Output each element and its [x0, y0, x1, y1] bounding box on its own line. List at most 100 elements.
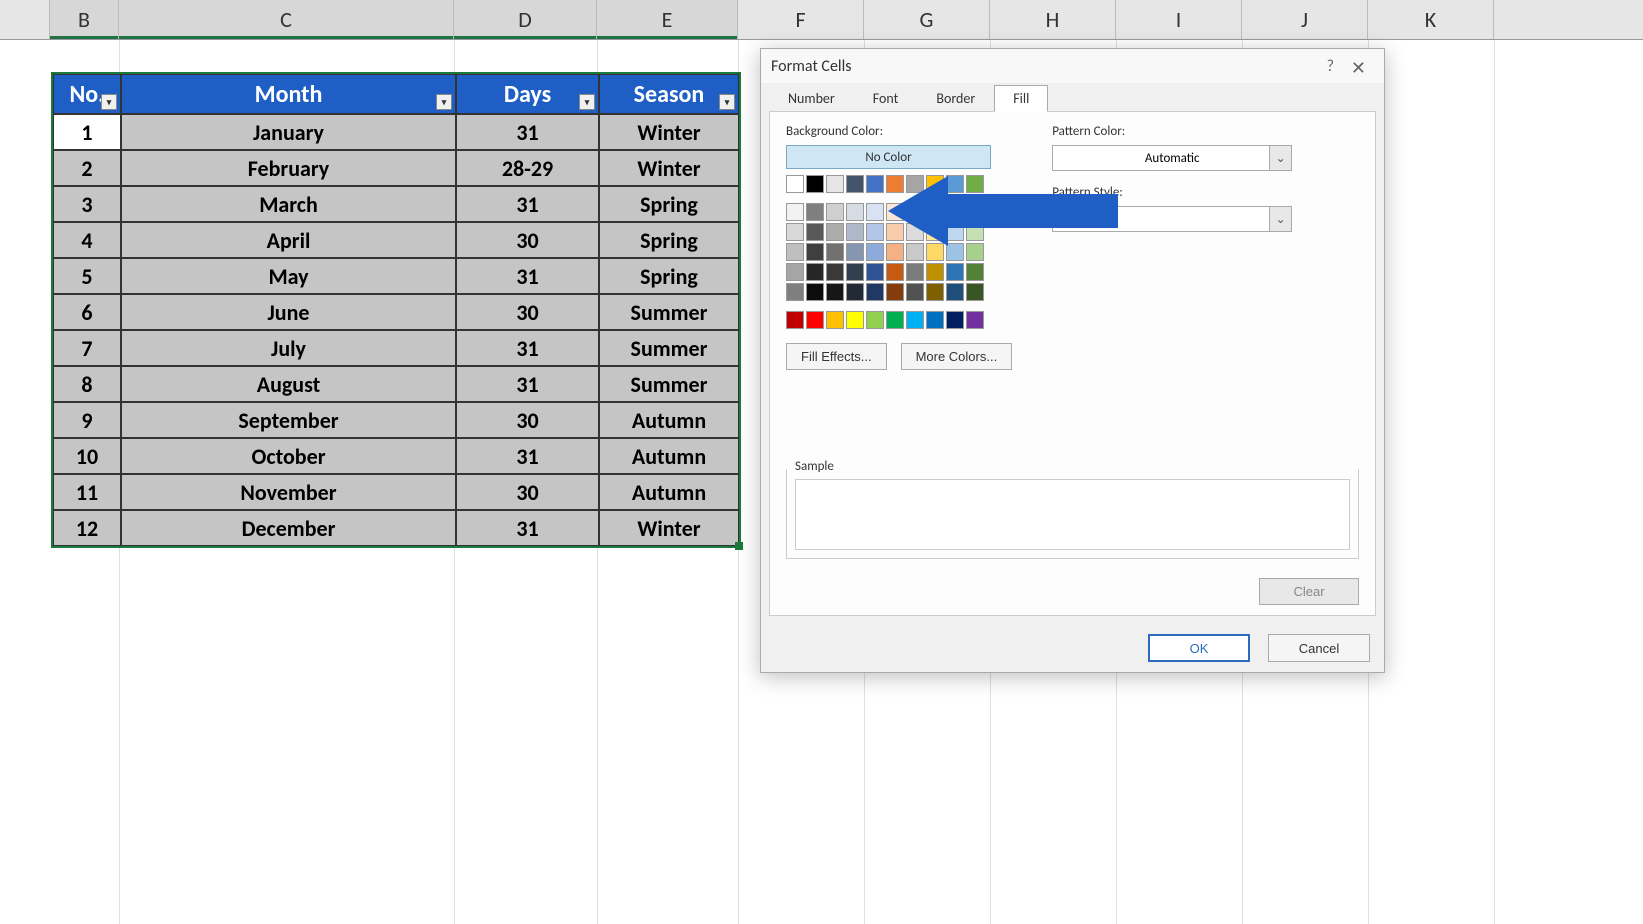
color-swatch[interactable]: [786, 203, 804, 221]
color-swatch[interactable]: [946, 203, 964, 221]
color-swatch[interactable]: [786, 175, 804, 193]
cell-month[interactable]: July: [121, 330, 456, 366]
ok-button[interactable]: OK: [1148, 634, 1250, 662]
select-all-corner[interactable]: [0, 0, 50, 39]
color-swatch[interactable]: [806, 311, 824, 329]
color-swatch[interactable]: [946, 283, 964, 301]
cell-days[interactable]: 31: [456, 366, 599, 402]
table-row[interactable]: 9September30Autumn: [53, 402, 739, 438]
cell-days[interactable]: 31: [456, 114, 599, 150]
column-header-B[interactable]: B: [50, 0, 119, 39]
color-swatch[interactable]: [966, 223, 984, 241]
cell-days[interactable]: 31: [456, 510, 599, 546]
cell-no[interactable]: 4: [53, 222, 121, 258]
chevron-down-icon[interactable]: [1269, 207, 1291, 231]
color-swatch[interactable]: [946, 175, 964, 193]
color-swatch[interactable]: [786, 311, 804, 329]
color-swatch[interactable]: [786, 283, 804, 301]
column-header-D[interactable]: D: [454, 0, 597, 39]
color-swatch[interactable]: [926, 175, 944, 193]
filter-button-season[interactable]: [719, 94, 735, 110]
color-swatch[interactable]: [886, 283, 904, 301]
color-swatch[interactable]: [966, 283, 984, 301]
color-swatch[interactable]: [866, 283, 884, 301]
color-swatch[interactable]: [826, 311, 844, 329]
chevron-down-icon[interactable]: [1269, 146, 1291, 170]
cell-days[interactable]: 30: [456, 474, 599, 510]
color-swatch[interactable]: [826, 223, 844, 241]
no-color-button[interactable]: No Color: [786, 145, 991, 169]
cell-month[interactable]: October: [121, 438, 456, 474]
column-header-H[interactable]: H: [990, 0, 1116, 39]
color-swatch[interactable]: [826, 263, 844, 281]
more-colors-button[interactable]: More Colors...: [901, 343, 1013, 370]
color-swatch[interactable]: [846, 311, 864, 329]
cell-days[interactable]: 28-29: [456, 150, 599, 186]
header-days[interactable]: Days: [456, 74, 599, 114]
color-swatch[interactable]: [806, 175, 824, 193]
color-swatch[interactable]: [886, 311, 904, 329]
pattern-style-dropdown[interactable]: [1052, 206, 1292, 232]
cell-days[interactable]: 31: [456, 186, 599, 222]
color-swatch[interactable]: [866, 311, 884, 329]
cell-no[interactable]: 1: [53, 114, 121, 150]
cell-no[interactable]: 5: [53, 258, 121, 294]
header-no[interactable]: No.: [53, 74, 121, 114]
color-swatch[interactable]: [826, 175, 844, 193]
table-row[interactable]: 3March31Spring: [53, 186, 739, 222]
color-swatch[interactable]: [926, 223, 944, 241]
color-swatch[interactable]: [966, 175, 984, 193]
close-button[interactable]: ✕: [1343, 55, 1374, 81]
cell-no[interactable]: 2: [53, 150, 121, 186]
cell-no[interactable]: 10: [53, 438, 121, 474]
column-header-I[interactable]: I: [1116, 0, 1242, 39]
color-swatch[interactable]: [886, 203, 904, 221]
cell-season[interactable]: Summer: [599, 330, 739, 366]
cell-month[interactable]: May: [121, 258, 456, 294]
tab-fill[interactable]: Fill: [994, 85, 1048, 112]
cell-season[interactable]: Autumn: [599, 474, 739, 510]
cell-season[interactable]: Autumn: [599, 438, 739, 474]
color-swatch[interactable]: [966, 203, 984, 221]
cell-month[interactable]: January: [121, 114, 456, 150]
color-swatch[interactable]: [906, 223, 924, 241]
clear-button[interactable]: Clear: [1259, 578, 1359, 605]
header-month[interactable]: Month: [121, 74, 456, 114]
cell-month[interactable]: March: [121, 186, 456, 222]
cell-month[interactable]: September: [121, 402, 456, 438]
color-swatch[interactable]: [846, 283, 864, 301]
table-row[interactable]: 1January31Winter: [53, 114, 739, 150]
cancel-button[interactable]: Cancel: [1268, 634, 1370, 662]
table-row[interactable]: 5May31Spring: [53, 258, 739, 294]
table-row[interactable]: 4April30Spring: [53, 222, 739, 258]
cell-month[interactable]: November: [121, 474, 456, 510]
color-swatch[interactable]: [966, 263, 984, 281]
color-swatch[interactable]: [866, 243, 884, 261]
table-row[interactable]: 2February28-29Winter: [53, 150, 739, 186]
color-swatch[interactable]: [806, 283, 824, 301]
color-swatch[interactable]: [926, 243, 944, 261]
cell-no[interactable]: 9: [53, 402, 121, 438]
pattern-color-dropdown[interactable]: Automatic: [1052, 145, 1292, 171]
color-swatch[interactable]: [866, 263, 884, 281]
cell-month[interactable]: February: [121, 150, 456, 186]
cell-month[interactable]: August: [121, 366, 456, 402]
cell-season[interactable]: Spring: [599, 222, 739, 258]
cell-season[interactable]: Summer: [599, 294, 739, 330]
cell-season[interactable]: Autumn: [599, 402, 739, 438]
column-header-J[interactable]: J: [1242, 0, 1368, 39]
tab-border[interactable]: Border: [917, 85, 994, 112]
color-swatch[interactable]: [786, 263, 804, 281]
color-swatch[interactable]: [866, 203, 884, 221]
cell-season[interactable]: Winter: [599, 114, 739, 150]
column-header-F[interactable]: F: [738, 0, 864, 39]
cell-season[interactable]: Spring: [599, 258, 739, 294]
fill-effects-button[interactable]: Fill Effects...: [786, 343, 887, 370]
column-header-E[interactable]: E: [597, 0, 738, 39]
color-swatch[interactable]: [926, 263, 944, 281]
cell-season[interactable]: Spring: [599, 186, 739, 222]
color-swatch[interactable]: [906, 243, 924, 261]
cell-no[interactable]: 11: [53, 474, 121, 510]
table-row[interactable]: 12December31Winter: [53, 510, 739, 546]
cell-month[interactable]: December: [121, 510, 456, 546]
